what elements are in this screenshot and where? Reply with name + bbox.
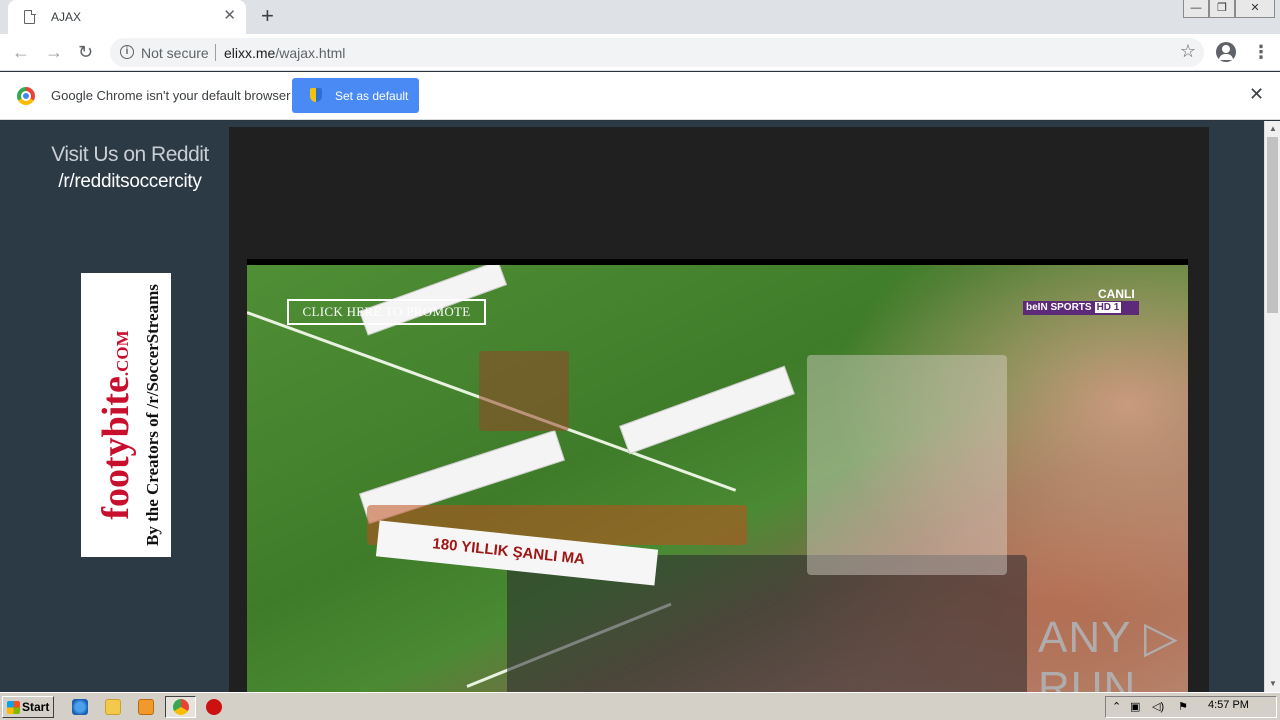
- channel-logo: beIN SPORTS HD 1: [1023, 301, 1139, 315]
- promote-button[interactable]: CLICK HERE TO PROMOTE: [287, 299, 486, 325]
- shield-icon: [310, 88, 322, 102]
- tab-close-icon[interactable]: ✕: [223, 8, 236, 24]
- bookmark-star-icon[interactable]: ☆: [1180, 41, 1196, 62]
- banner-tagline: By the Creators of /r/SoccerStreams: [143, 284, 162, 546]
- chrome-icon: [173, 699, 189, 715]
- action-center-icon[interactable]: ⚑: [1178, 700, 1188, 713]
- scroll-down-icon[interactable]: ▼: [1265, 676, 1280, 692]
- back-button[interactable]: ←: [12, 40, 30, 64]
- divider: [215, 44, 216, 61]
- infobar-message: Google Chrome isn't your default browser: [51, 88, 291, 103]
- security-label: Not secure: [141, 45, 209, 61]
- tray-expand-icon[interactable]: ⌃: [1112, 700, 1121, 713]
- scroll-thumb[interactable]: [1267, 137, 1278, 313]
- media-player-icon[interactable]: [138, 699, 154, 715]
- opera-icon[interactable]: [206, 699, 222, 715]
- address-bar[interactable]: i Not secure elixx.me/wajax.html ☆: [110, 38, 1204, 67]
- scroll-up-icon[interactable]: ▲: [1265, 121, 1280, 137]
- start-button[interactable]: Start: [2, 696, 54, 718]
- players-group: [479, 351, 569, 431]
- default-browser-infobar: Google Chrome isn't your default browser…: [0, 72, 1280, 120]
- footybite-banner[interactable]: footybite.COM By the Creators of /r/Socc…: [81, 273, 171, 557]
- page-content: Visit Us on Reddit /r/redditsoccercity f…: [0, 121, 1264, 692]
- player-area: 180 YILLIK ŞANLI MA CLICK HERE TO PROMOT…: [229, 127, 1209, 692]
- live-label: CANLI: [1098, 287, 1135, 301]
- menu-icon[interactable]: ⋮: [1252, 40, 1270, 64]
- page-scrollbar[interactable]: ▲ ▼: [1264, 121, 1280, 692]
- browser-toolbar: ← → ↻ i Not secure elixx.me/wajax.html ☆…: [0, 34, 1280, 71]
- url-text[interactable]: elixx.me/wajax.html: [224, 45, 345, 61]
- reload-button[interactable]: ↻: [78, 40, 93, 64]
- banner-brand: footybite.COM: [95, 330, 137, 520]
- infobar-close-icon[interactable]: ✕: [1249, 84, 1264, 105]
- folder-icon[interactable]: [105, 699, 121, 715]
- window-close-button[interactable]: ✕: [1235, 0, 1275, 18]
- system-tray: ⌃ ▣ ◁) ⚑: [1105, 696, 1277, 718]
- info-icon[interactable]: i: [120, 45, 134, 59]
- windows-logo-icon: [7, 701, 20, 714]
- adboard: [619, 365, 795, 455]
- chrome-logo-icon: [17, 87, 35, 105]
- forward-button[interactable]: →: [45, 40, 63, 64]
- minimize-button[interactable]: —: [1183, 0, 1209, 18]
- fans-group: [807, 355, 1007, 575]
- set-as-default-button[interactable]: Set as default: [292, 78, 419, 113]
- tab-title: AJAX: [51, 10, 82, 24]
- tab-strip: AJAX ✕ + — ❐ ✕: [0, 0, 1280, 34]
- chrome-taskbar-button[interactable]: [165, 696, 196, 718]
- page-icon: [24, 9, 36, 24]
- volume-icon[interactable]: ◁): [1152, 700, 1164, 713]
- tab-ajax[interactable]: AJAX ✕: [8, 0, 246, 34]
- network-icon[interactable]: ▣: [1130, 700, 1140, 713]
- account-icon[interactable]: [1216, 42, 1236, 62]
- restore-button[interactable]: ❐: [1209, 0, 1235, 18]
- clock[interactable]: 4:57 PM: [1208, 699, 1249, 711]
- ie-icon[interactable]: [72, 699, 88, 715]
- reddit-link[interactable]: /r/redditsoccercity: [0, 171, 260, 193]
- reddit-heading: Visit Us on Reddit: [51, 143, 209, 166]
- new-tab-button[interactable]: +: [261, 4, 274, 28]
- taskbar: Start ⌃ ▣ ◁) ⚑ 4:57 PM: [0, 692, 1280, 720]
